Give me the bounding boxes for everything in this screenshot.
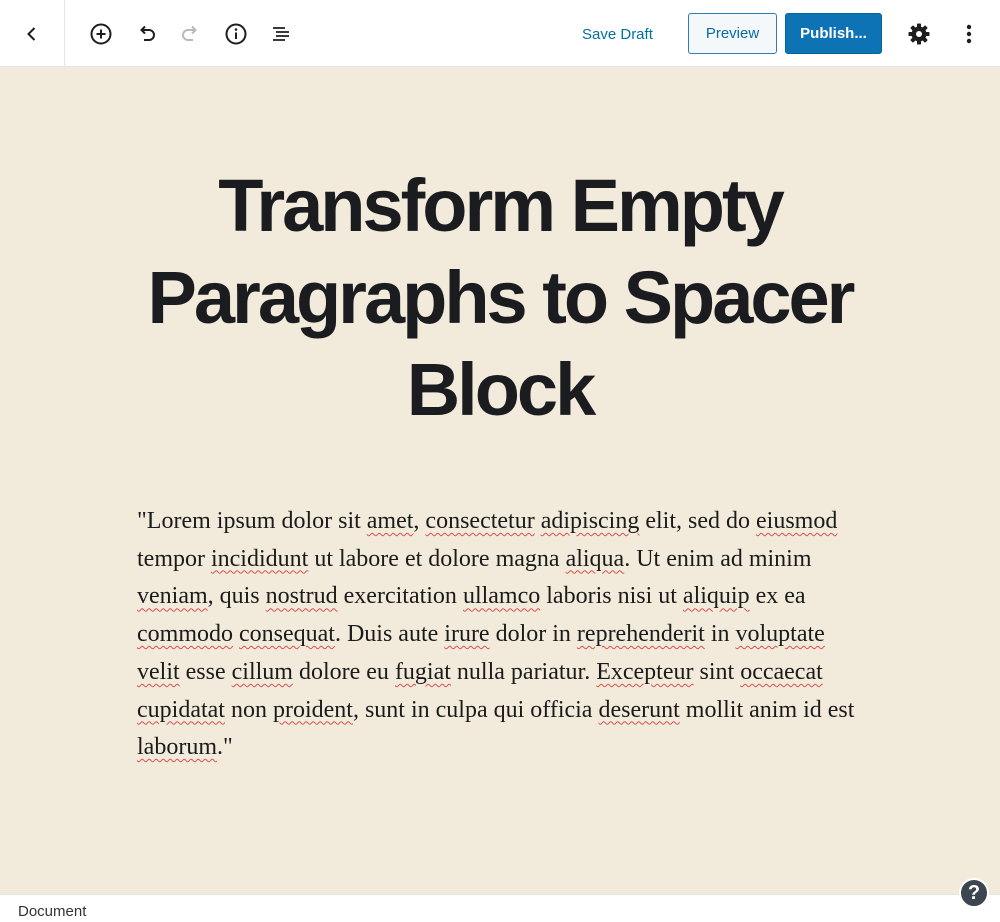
preview-button[interactable]: Preview bbox=[688, 13, 777, 54]
paragraph-text: , bbox=[413, 508, 426, 534]
spellcheck-word: eiusmod bbox=[756, 508, 838, 534]
undo-icon bbox=[140, 25, 155, 41]
paragraph-text: ex ea bbox=[749, 583, 806, 610]
editor-header: Save Draft Preview Publish... bbox=[0, 0, 1000, 67]
settings-button[interactable] bbox=[901, 16, 937, 52]
spellcheck-word: adipiscing bbox=[540, 508, 640, 534]
paragraph-text: . Ut enim ad minim bbox=[624, 545, 812, 572]
paragraph-text: esse bbox=[179, 658, 232, 685]
info-button[interactable] bbox=[218, 16, 254, 52]
spellcheck-word: voluptate bbox=[735, 621, 825, 648]
paragraph-text: ." bbox=[216, 734, 233, 761]
paragraph-text: tempor bbox=[137, 545, 211, 572]
spellcheck-word: deserunt bbox=[598, 696, 680, 723]
publish-button[interactable]: Publish... bbox=[785, 13, 882, 54]
plus-circle-icon bbox=[90, 23, 112, 45]
spellcheck-word: Excepteur bbox=[596, 658, 694, 685]
info-icon bbox=[225, 23, 247, 45]
spellcheck-word: reprehenderit bbox=[576, 621, 705, 648]
spellcheck-word: consequat bbox=[239, 621, 335, 648]
spellcheck-word: incididunt bbox=[210, 545, 309, 572]
list-outline-icon bbox=[273, 27, 289, 41]
paragraph-text: sint bbox=[693, 658, 741, 685]
breadcrumb-document[interactable]: Document bbox=[18, 903, 86, 920]
add-block-button[interactable] bbox=[83, 16, 119, 52]
paragraph-text: laboris nisi ut bbox=[540, 583, 683, 610]
spellcheck-word: proident bbox=[272, 696, 353, 723]
paragraph-text: , quis bbox=[207, 583, 266, 610]
paragraph-text: mollit anim id est bbox=[679, 696, 855, 723]
paragraph-text: in bbox=[704, 621, 736, 648]
spellcheck-word: consectetur bbox=[425, 508, 535, 534]
spellcheck-word: amet bbox=[366, 508, 414, 534]
gear-icon bbox=[908, 23, 930, 45]
more-options-button[interactable] bbox=[951, 16, 987, 52]
spellcheck-word: aliquip bbox=[682, 583, 750, 610]
post-title[interactable]: Transform Empty Paragraphs to Spacer Blo… bbox=[60, 160, 940, 436]
spellcheck-word: ullamco bbox=[462, 583, 541, 610]
spellcheck-word: velit bbox=[137, 658, 180, 685]
spellcheck-word: commodo bbox=[137, 621, 233, 648]
spellcheck-word: irure bbox=[444, 621, 490, 648]
spellcheck-word: cupidatat bbox=[137, 696, 225, 723]
paragraph-text: elit, sed do bbox=[639, 508, 757, 534]
paragraph-text: "Lorem ipsum dolor sit bbox=[137, 508, 367, 534]
paragraph-text: non bbox=[224, 696, 273, 723]
paragraph-text: ut labore et dolore magna bbox=[308, 545, 566, 572]
redo-icon bbox=[182, 25, 197, 41]
paragraph-text: , sunt in culpa qui officia bbox=[352, 696, 599, 723]
back-button[interactable] bbox=[0, 0, 65, 67]
editor-footer: Document bbox=[0, 894, 1000, 922]
undo-button[interactable] bbox=[128, 16, 164, 52]
spellcheck-word: cillum bbox=[231, 658, 293, 685]
vertical-ellipsis-icon bbox=[966, 24, 972, 44]
help-button[interactable]: ? bbox=[959, 878, 989, 908]
spellcheck-word: aliqua bbox=[565, 545, 625, 572]
paragraph-text: . Duis aute bbox=[334, 621, 445, 648]
help-icon: ? bbox=[967, 881, 981, 904]
redo-button[interactable] bbox=[173, 16, 209, 52]
spellcheck-word: laborum bbox=[137, 734, 217, 761]
paragraph-block[interactable]: "Lorem ipsum dolor sit amet, consectetur… bbox=[137, 503, 857, 767]
save-draft-button[interactable]: Save Draft bbox=[574, 16, 661, 52]
spellcheck-word: occaecat bbox=[740, 658, 823, 685]
paragraph-text: exercitation bbox=[337, 583, 463, 610]
paragraph-text: dolore eu bbox=[292, 658, 395, 685]
spellcheck-word: veniam bbox=[137, 583, 208, 610]
spellcheck-word: fugiat bbox=[394, 658, 451, 685]
spellcheck-word: nostrud bbox=[265, 583, 338, 610]
paragraph-text: nulla pariatur. bbox=[450, 658, 597, 685]
paragraph-text: dolor in bbox=[489, 621, 577, 648]
block-navigation-button[interactable] bbox=[263, 16, 299, 52]
chevron-left-icon bbox=[27, 26, 36, 41]
